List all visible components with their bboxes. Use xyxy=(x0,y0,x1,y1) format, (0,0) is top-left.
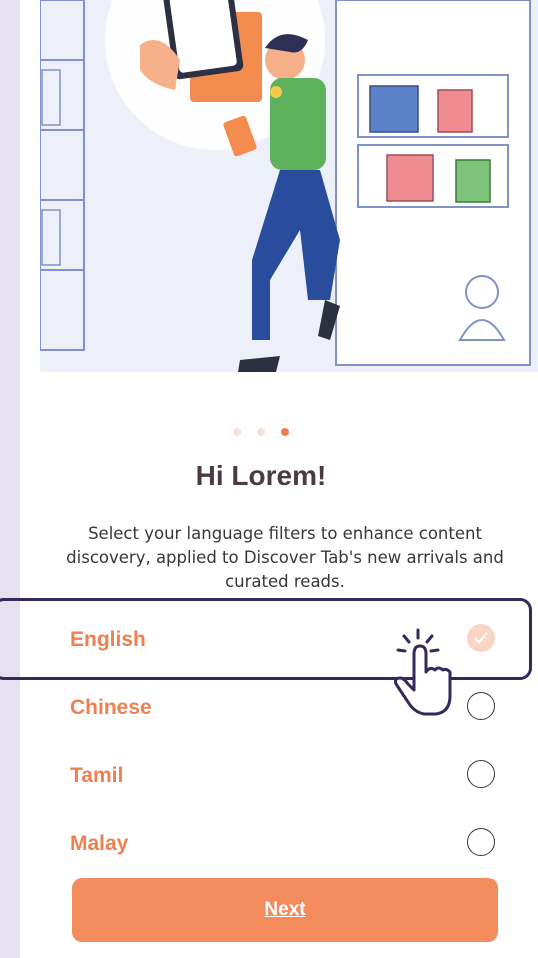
language-label: Tamil xyxy=(70,764,124,787)
tap-hand-icon xyxy=(394,628,452,716)
language-label: Malay xyxy=(70,832,129,855)
radio-checked[interactable] xyxy=(467,624,495,652)
hero-illustration xyxy=(40,0,538,372)
radio-unchecked[interactable] xyxy=(467,692,495,720)
radio-unchecked[interactable] xyxy=(467,828,495,856)
page-title: Hi Lorem! xyxy=(195,460,327,491)
language-option-malay[interactable]: Malay xyxy=(70,826,500,866)
pagination-dot xyxy=(233,428,241,436)
language-option-tamil[interactable]: Tamil xyxy=(70,758,500,798)
pagination-dot xyxy=(257,428,265,436)
page-description: Select your language filters to enhance … xyxy=(66,524,504,591)
radio-unchecked[interactable] xyxy=(467,760,495,788)
pagination-dots xyxy=(20,428,520,436)
language-label: English xyxy=(70,628,146,651)
pagination-dot-active xyxy=(281,428,289,436)
next-button[interactable]: Next xyxy=(72,878,498,942)
onboarding-screen: Hi Lorem! Select your language filters t… xyxy=(20,0,538,958)
check-icon xyxy=(474,632,488,644)
language-label: Chinese xyxy=(70,696,152,719)
